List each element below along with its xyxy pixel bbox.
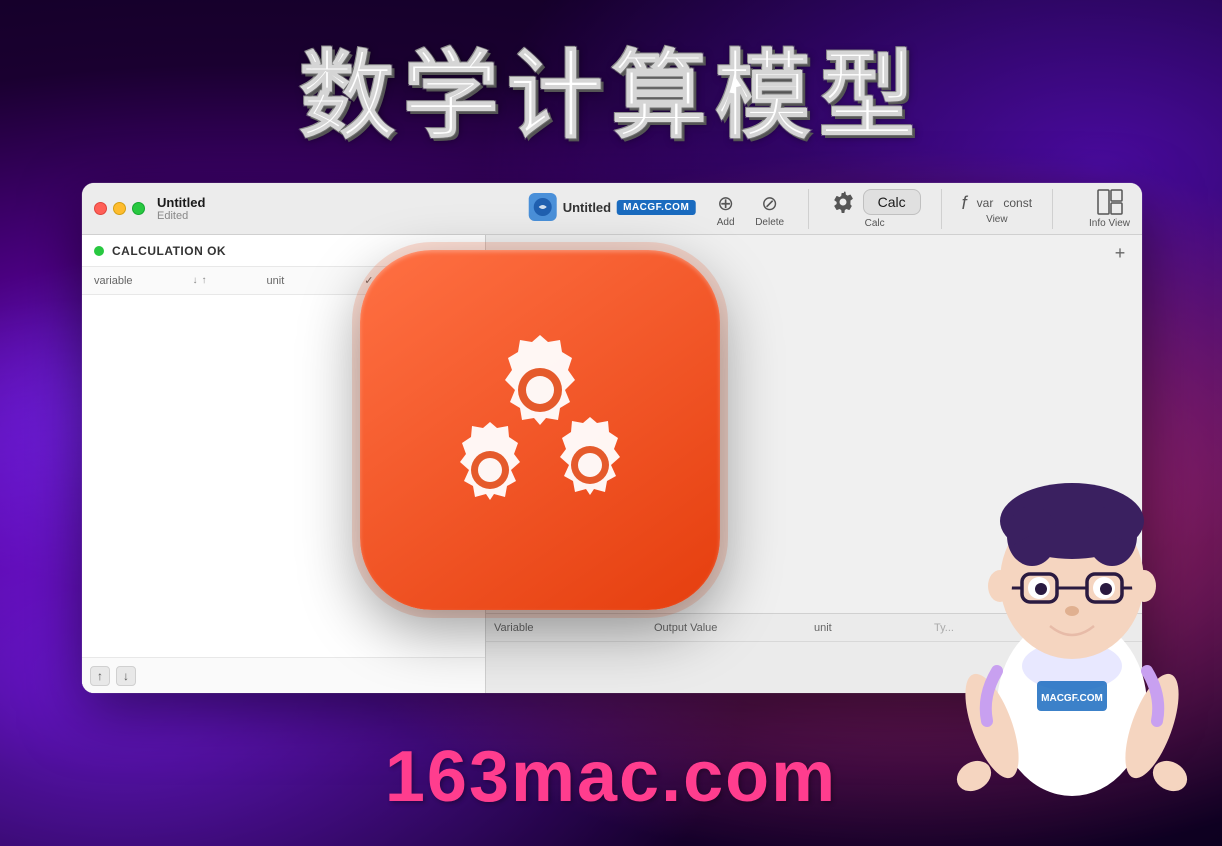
divider-2 — [941, 189, 942, 229]
macgf-icon — [529, 193, 557, 221]
titlebar-filename: Untitled — [563, 200, 611, 215]
mascot-character: MACGF.COM — [932, 426, 1212, 806]
sort-up-icon[interactable]: ↑ — [202, 275, 207, 286]
delete-button[interactable]: ⊘ Delete — [752, 189, 788, 228]
unit-col-header: unit — [267, 275, 285, 287]
traffic-lights — [94, 202, 145, 215]
table-col-unit: unit — [814, 622, 854, 634]
sort-down-icon[interactable]: ↓ — [193, 275, 198, 286]
window-title-group: Untitled Edited — [157, 195, 205, 222]
gears-svg — [400, 290, 680, 570]
maximize-button[interactable] — [132, 202, 145, 215]
calc-group: Calc Calc — [829, 188, 921, 229]
table-col-output: Output Value — [654, 622, 734, 634]
titlebar: Untitled Edited Untitled MACGF.COM — [82, 183, 1142, 235]
mascot-svg: MACGF.COM — [932, 426, 1212, 806]
calc-icon-row: Calc — [829, 188, 921, 216]
toolbar: ⊕ Add ⊘ Delete — [708, 188, 1130, 229]
sort-arrows: ↓ ↑ — [193, 275, 207, 286]
bottom-controls: ↑ ↓ — [82, 657, 485, 693]
move-up-button[interactable]: ↑ — [90, 666, 110, 686]
f-button[interactable]: f — [962, 193, 967, 214]
move-down-button[interactable]: ↓ — [116, 666, 136, 686]
down-arrow-icon: ↓ — [123, 669, 129, 683]
info-view-button[interactable]: Info View — [1089, 188, 1130, 229]
table-col-variable: Variable — [494, 622, 574, 634]
bottom-url: 163mac.com — [385, 736, 837, 818]
minimize-button[interactable] — [113, 202, 126, 215]
status-dot — [94, 246, 104, 256]
variable-col-header: variable — [94, 275, 133, 287]
gear-icon — [829, 188, 857, 216]
divider-1 — [808, 189, 809, 229]
calc-active-button[interactable]: Calc — [863, 189, 921, 215]
window-title-main: Untitled — [157, 195, 205, 210]
view-items: f var const — [962, 193, 1032, 214]
add-delete-icons: ⊕ Add ⊘ Delete — [708, 189, 788, 228]
titlebar-logo: Untitled MACGF.COM — [529, 193, 696, 221]
title-chinese: 数学计算模型 — [0, 18, 1222, 157]
app-icon — [360, 250, 720, 610]
add-button[interactable]: ⊕ Add — [708, 189, 744, 228]
const-button[interactable]: const — [1003, 196, 1032, 210]
up-arrow-icon: ↑ — [97, 669, 103, 683]
add-icon: ⊕ — [712, 189, 740, 217]
right-add-button[interactable]: + — [1110, 243, 1130, 263]
info-view-icon — [1096, 188, 1124, 216]
status-text: CALCULATION OK — [112, 244, 226, 258]
divider-3 — [1052, 189, 1053, 229]
macgf-badge-titlebar: MACGF.COM — [617, 200, 695, 215]
svg-text:MACGF.COM: MACGF.COM — [1041, 693, 1103, 704]
view-group: f var const View — [962, 193, 1032, 225]
window-subtitle: Edited — [157, 210, 205, 222]
delete-icon: ⊘ — [756, 189, 784, 217]
close-button[interactable] — [94, 202, 107, 215]
var-button[interactable]: var — [977, 196, 994, 210]
add-delete-group: ⊕ Add ⊘ Delete — [708, 189, 788, 228]
app-icon-background — [360, 250, 720, 610]
